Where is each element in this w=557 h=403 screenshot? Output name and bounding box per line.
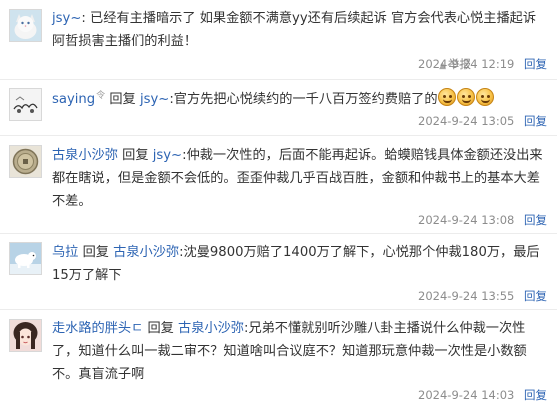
comment-body: 乌拉 回复 古泉小沙弥:沈曼9800万赔了1400万了解下，心悦那个仲裁180万…: [52, 241, 549, 287]
comment-time: 2024-9-24 14:03: [418, 388, 515, 402]
doodle-avatar-icon[interactable]: [9, 88, 42, 121]
reply-link[interactable]: 回复: [524, 114, 547, 128]
comment-time: 2024-9-24 12:19: [418, 57, 515, 71]
smile-emoji-icon: [475, 88, 494, 106]
comment-post: 走水路的胖头ㄷ 回复 古泉小沙弥:兄弟不懂就别听沙雕八卦主播说什么仲裁一次性了，…: [0, 310, 557, 403]
smile-emoji-icon: [437, 88, 456, 106]
comment-username[interactable]: 古泉小沙弥: [52, 148, 118, 163]
comment-post: jsy~: 已经有主播暗示了 如果金额不满意yy还有后续起诉 官方会代表心悦主播…: [0, 0, 557, 80]
comment-meta: 2024-9-24 13:08 回复: [418, 212, 547, 228]
reply-label: 回复: [147, 321, 174, 336]
comment-meta: 2024-9-24 13:55 回复: [418, 288, 547, 304]
comment-post: 乌拉 回复 古泉小沙弥:沈曼9800万赔了1400万了解下，心悦那个仲裁180万…: [0, 234, 557, 310]
comment-username[interactable]: 走水路的胖头ㄷ: [52, 321, 143, 336]
reply-label: 回复: [109, 92, 136, 107]
reply-label: 回复: [82, 245, 109, 260]
comment-thread: jsy~: 已经有主播暗示了 如果金额不满意yy还有后续起诉 官方会代表心悦主播…: [0, 0, 557, 403]
comment-username[interactable]: 乌拉: [52, 245, 78, 260]
reply-label: 回复: [122, 148, 149, 163]
comment-time: 2024-9-24 13:08: [418, 213, 515, 227]
comment-username[interactable]: saying: [52, 92, 95, 107]
comment-meta: 2024-9-24 12:19 回复: [418, 56, 547, 72]
level-badge: 令: [96, 90, 106, 101]
comment-text: 已经有主播暗示了 如果金额不满意yy还有后续起诉 官方会代表心悦主播起诉阿哲损害…: [52, 11, 537, 49]
comment-meta: 2024-9-24 14:03 回复: [418, 387, 547, 403]
reply-link[interactable]: 回复: [524, 289, 547, 303]
smile-emoji-icon: [456, 88, 475, 106]
comment-body: saying令 回复 jsy~:官方先把心悦续约的一千八百万签约费赔了的: [52, 88, 549, 111]
comment-post: saying令 回复 jsy~:官方先把心悦续约的一千八百万签约费赔了的 202…: [0, 80, 557, 136]
comment-post: 古泉小沙弥 回复 jsy~:仲裁一次性的，后面不能再起诉。蛤蟆赔钱具体金额还没出…: [0, 136, 557, 234]
comment-body: jsy~: 已经有主播暗示了 如果金额不满意yy还有后续起诉 官方会代表心悦主播…: [52, 7, 549, 53]
comment-meta: 2024-9-24 13:05 回复: [418, 113, 547, 129]
comment-body: 走水路的胖头ㄷ 回复 古泉小沙弥:兄弟不懂就别听沙雕八卦主播说什么仲裁一次性了，…: [52, 317, 549, 386]
anime-girl-avatar-icon[interactable]: [9, 319, 42, 352]
reply-link[interactable]: 回复: [524, 388, 547, 402]
comment-time: 2024-9-24 13:05: [418, 114, 515, 128]
reply-target-username[interactable]: jsy~: [153, 148, 182, 163]
cat-avatar-icon[interactable]: [9, 9, 42, 42]
comment-username[interactable]: jsy~: [52, 11, 81, 26]
reply-target-username[interactable]: 古泉小沙弥: [178, 321, 244, 336]
coin-avatar-icon[interactable]: [9, 145, 42, 178]
reply-target-username[interactable]: jsy~: [140, 92, 169, 107]
reply-link[interactable]: 回复: [524, 57, 547, 71]
reply-target-username[interactable]: 古泉小沙弥: [113, 245, 179, 260]
comment-separator: :: [81, 11, 86, 26]
emoji-group: [437, 88, 495, 107]
comment-text: 官方先把心悦续约的一千八百万签约费赔了的: [173, 92, 438, 107]
reply-link[interactable]: 回复: [524, 213, 547, 227]
comment-body: 古泉小沙弥 回复 jsy~:仲裁一次性的，后面不能再起诉。蛤蟆赔钱具体金额还没出…: [52, 144, 549, 213]
comment-time: 2024-9-24 13:55: [418, 289, 515, 303]
polar-bear-avatar-icon[interactable]: [9, 242, 42, 275]
